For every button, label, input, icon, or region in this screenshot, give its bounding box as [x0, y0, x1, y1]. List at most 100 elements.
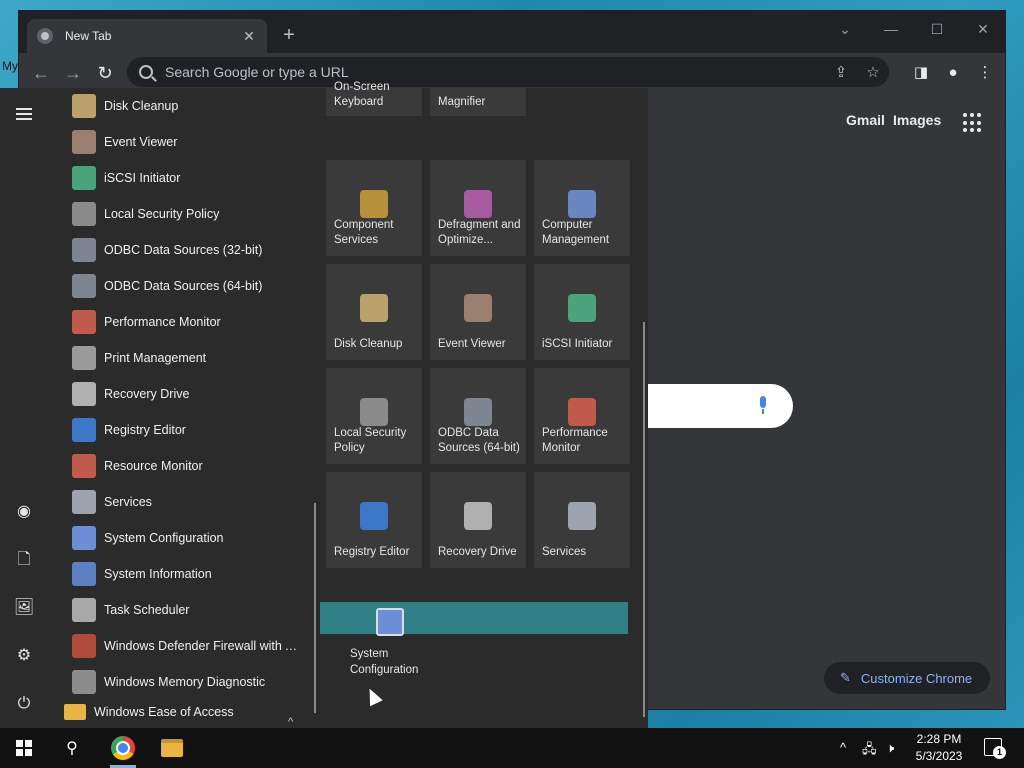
app-item-label: Performance Monitor — [104, 315, 221, 329]
tile-event-viewer[interactable]: Event Viewer — [430, 264, 526, 360]
app-item-local-security-policy[interactable]: Local Security Policy — [56, 196, 311, 232]
tile-label: Computer Management — [542, 219, 610, 246]
app-item-odbc-data-sources-64-bit[interactable]: ODBC Data Sources (64-bit) — [56, 268, 311, 304]
tile-disk-cleanup[interactable]: Disk Cleanup — [326, 264, 422, 360]
registry-editor-icon — [72, 418, 96, 442]
tile-iscsi-initiator[interactable]: iSCSI Initiator — [534, 264, 630, 360]
dragging-tile-system-configuration[interactable]: System Configuration — [340, 606, 436, 696]
pictures-icon[interactable]: 🖼 — [12, 596, 36, 620]
app-item-services[interactable]: Services — [56, 484, 311, 520]
bookmark-star-icon[interactable]: ☆ — [857, 63, 889, 81]
disk-cleanup-icon — [72, 94, 96, 118]
resource-monitor-icon — [72, 454, 96, 478]
local-security-policy-icon — [360, 398, 388, 426]
pencil-icon: ✎ — [840, 670, 851, 685]
tile-computer-management[interactable]: Computer Management — [534, 160, 630, 256]
tile-magnifier[interactable]: Magnifier — [430, 88, 526, 116]
component-services-icon — [360, 190, 388, 218]
app-item-resource-monitor[interactable]: Resource Monitor — [56, 448, 311, 484]
app-item-recovery-drive[interactable]: Recovery Drive — [56, 376, 311, 412]
start-button[interactable] — [0, 728, 48, 768]
show-hidden-icons-chevron-icon[interactable]: ^ — [840, 740, 846, 755]
event-viewer-icon — [464, 294, 492, 322]
app-item-system-information[interactable]: System Information — [56, 556, 311, 592]
chrome-menu-icon[interactable]: ⋮ — [973, 61, 997, 85]
tab-search-dropdown-icon[interactable]: ⌄ — [825, 15, 865, 43]
app-item-print-management[interactable]: Print Management — [56, 340, 311, 376]
tile-label: Event Viewer — [438, 338, 506, 350]
desktop-icon-label[interactable]: My — [2, 59, 18, 73]
maximize-button[interactable]: ☐ — [917, 15, 957, 43]
volume-muted-icon[interactable]: 🕨 — [886, 740, 894, 756]
app-item-odbc-data-sources-32-bit[interactable]: ODBC Data Sources (32-bit) — [56, 232, 311, 268]
tile-odbc-data-sources-64-bit[interactable]: ODBC Data Sources (64-bit) — [430, 368, 526, 464]
tile-local-security-policy[interactable]: Local Security Policy — [326, 368, 422, 464]
tile-label: Performance Monitor — [542, 427, 608, 454]
profile-icon[interactable]: ● — [941, 61, 965, 85]
app-item-label: Task Scheduler — [104, 603, 190, 617]
tile-recovery-drive[interactable]: Recovery Drive — [430, 472, 526, 568]
app-item-event-viewer[interactable]: Event Viewer — [56, 124, 311, 160]
dragging-tile-label: System Configuration — [350, 648, 419, 676]
local-security-policy-icon — [72, 202, 96, 226]
user-account-icon[interactable]: ◉ — [12, 500, 36, 524]
share-icon[interactable]: ⇪ — [825, 63, 857, 81]
app-item-registry-editor[interactable]: Registry Editor — [56, 412, 311, 448]
images-link[interactable]: Images — [893, 112, 941, 128]
taskbar-search-icon[interactable]: ⚲ — [48, 728, 96, 768]
tile-services[interactable]: Services — [534, 472, 630, 568]
collapse-chevron-up-icon[interactable]: ^ — [288, 716, 293, 728]
address-bar[interactable]: Search Google or type a URL ⇪ ☆ — [127, 57, 889, 87]
network-icon[interactable]: 🖧 — [862, 740, 877, 762]
power-icon[interactable]: ⏻ — [12, 692, 36, 716]
minimize-button[interactable]: — — [871, 15, 911, 43]
tab-close-icon[interactable]: ✕ — [241, 28, 257, 45]
app-item-label: Windows Defender Firewall with Ad... — [104, 639, 304, 653]
tile-registry-editor[interactable]: Registry Editor — [326, 472, 422, 568]
search-icon — [139, 65, 153, 79]
voice-search-mic-icon[interactable] — [757, 396, 769, 416]
google-apps-icon[interactable] — [963, 113, 983, 133]
app-list-scrollbar[interactable] — [314, 503, 316, 713]
chrome-icon — [111, 736, 135, 760]
close-window-button[interactable]: ✕ — [963, 15, 1003, 43]
tab-title: New Tab — [65, 29, 112, 43]
app-item-windows-defender-firewall-with-ad[interactable]: Windows Defender Firewall with Ad... — [56, 628, 311, 664]
customize-chrome-button[interactable]: ✎ Customize Chrome — [824, 662, 990, 694]
folder-windows-ease-of-access[interactable]: Windows Ease of Access — [56, 694, 311, 728]
settings-gear-icon[interactable]: ⚙ — [12, 644, 36, 668]
tile-defragment-and-optimize[interactable]: Defragment and Optimize... — [430, 160, 526, 256]
taskbar-file-explorer-button[interactable] — [148, 728, 196, 768]
windows-logo-icon — [16, 740, 32, 756]
folder-label: Windows Ease of Access — [94, 705, 234, 719]
app-item-system-configuration[interactable]: System Configuration — [56, 520, 311, 556]
tab-new-tab[interactable]: New Tab ✕ — [27, 19, 267, 53]
reload-button[interactable]: ↻ — [93, 61, 117, 85]
tile-component-services[interactable]: Component Services — [326, 160, 422, 256]
side-panel-icon[interactable]: ◨ — [909, 61, 933, 85]
app-item-performance-monitor[interactable]: Performance Monitor — [56, 304, 311, 340]
tiles-scrollbar[interactable] — [643, 322, 645, 717]
app-item-iscsi-initiator[interactable]: iSCSI Initiator — [56, 160, 311, 196]
hamburger-menu-icon[interactable] — [12, 105, 36, 129]
new-tab-button[interactable]: + — [277, 23, 301, 47]
app-item-label: iSCSI Initiator — [104, 171, 181, 185]
back-button[interactable]: ← — [29, 61, 53, 85]
windows-defender-firewall-with-ad-icon — [72, 634, 96, 658]
taskbar-chrome-button[interactable] — [99, 728, 147, 768]
system-information-icon — [72, 562, 96, 586]
clock-date: 5/3/2023 — [915, 749, 963, 763]
app-item-task-scheduler[interactable]: Task Scheduler — [56, 592, 311, 628]
gmail-link[interactable]: Gmail — [846, 112, 885, 128]
registry-editor-icon — [360, 502, 388, 530]
tile-label: Services — [542, 546, 587, 558]
documents-icon[interactable]: 🗋 — [12, 548, 36, 572]
app-item-label: Resource Monitor — [104, 459, 203, 473]
app-item-disk-cleanup[interactable]: Disk Cleanup — [56, 88, 311, 124]
disk-cleanup-icon — [360, 294, 388, 322]
forward-button[interactable]: → — [61, 61, 85, 85]
tile-on-screen-keyboard[interactable]: On-Screen Keyboard — [326, 81, 422, 116]
system-clock[interactable]: 2:28 PM 5/3/2023 — [910, 731, 968, 765]
tile-performance-monitor[interactable]: Performance Monitor — [534, 368, 630, 464]
customize-chrome-label: Customize Chrome — [860, 670, 973, 686]
